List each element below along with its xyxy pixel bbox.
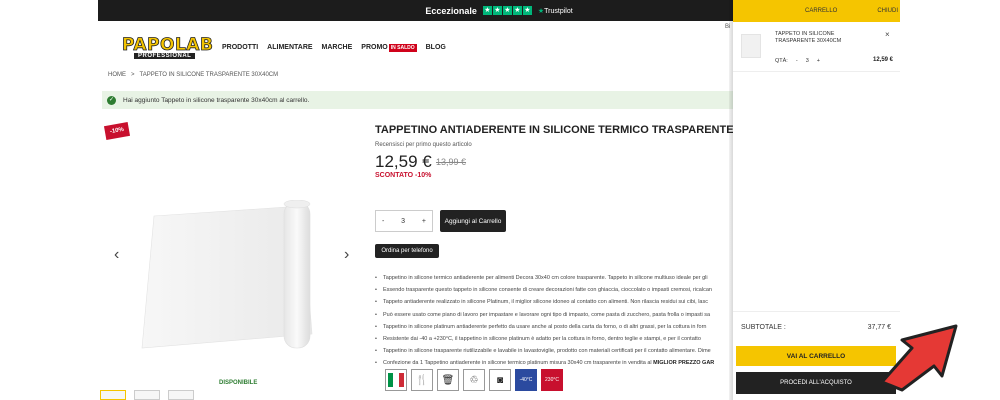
description-bullet-text: Confezione da 1 Tappetino antiaderente i… [383,360,652,367]
order-by-phone-button[interactable]: Ordina per telefono [375,244,439,258]
thumbnail[interactable] [100,390,126,400]
description-bullet: Può essere usato come piano di lavoro pe… [375,309,775,321]
breadcrumb-separator-icon: > [131,72,135,78]
star-icon: ★ [512,6,522,15]
nav-item-alimentare[interactable]: ALIMENTARE [267,44,312,51]
description-bullet: Tappetino in silicone platinum antiadere… [375,321,775,333]
description-bullet: Tappetino in silicone termico antiaderen… [375,272,775,284]
breadcrumb-current: TAPPETO IN SILICONE TRASPARENTE 30X40CM [139,72,279,78]
product-image[interactable] [134,200,324,350]
nav-item-promo[interactable]: PROMO IN SALDO [361,44,417,52]
freezer-icon: -40°C [515,369,537,391]
minicart-items-area [733,72,900,312]
minicart-qty-value[interactable]: 3 [806,58,809,64]
star-icon: ★ [502,6,512,15]
minicart-title: CARRELLO [805,8,838,14]
view-cart-button[interactable]: VAI AL CARRELLO [736,346,896,366]
star-icon: ★ [482,6,492,15]
minicart-subtotal: SUBTOTALE : 37,77 € [741,324,891,331]
old-price: 13,99 € [436,157,467,167]
thumbnail[interactable] [134,390,160,400]
dishwasher-icon: ◙ [489,369,511,391]
minicart-qty-label: QTÀ: [775,58,788,64]
promo-sale-badge: IN SALDO [388,44,417,52]
thumbnail[interactable] [168,390,194,400]
recyclable-icon: ♲ [463,369,485,391]
write-review-link[interactable]: Recensisci per primo questo articolo [375,142,472,148]
minicart-panel: CARRELLO CHIUDI TAPPETO IN SILICONE TRAS… [733,0,900,400]
minicart-qty-increase[interactable]: + [817,58,820,64]
main-nav: PRODOTTI ALIMENTARE MARCHE PROMO IN SALDO… [222,44,446,52]
star-icon: ★ [522,6,532,15]
breadcrumb-home[interactable]: HOME [108,72,126,78]
description-bullet: Confezione da 1 Tappetino antiaderente i… [375,357,775,369]
product-description-list: Tappetino in silicone termico antiaderen… [375,272,775,370]
trustpilot-rating-label: Eccezionale [425,5,477,16]
check-circle-icon: ✓ [107,95,116,105]
browser-viewport: Eccezionale ★ ★ ★ ★ ★ ★Trustpilot PAPOLA… [98,0,900,400]
qty-value-input[interactable]: 3 [401,218,405,225]
qty-decrease-button[interactable]: - [382,218,384,225]
gallery-thumbnails [100,390,194,400]
alert-message: Hai aggiunto Tappeto in silicone traspar… [123,96,310,104]
description-bullet: Tappetino in silicone trasparente riutil… [375,345,775,357]
product-price: 12,59 € [375,152,432,171]
subtotal-label: SUBTOTALE : [741,324,786,331]
minicart-qty: QTÀ: - 3 + [775,58,820,64]
success-alert: ✓ Hai aggiunto Tappeto in silicone trasp… [102,91,742,109]
minicart-close-button[interactable]: CHIUDI [877,8,900,14]
add-to-cart-button[interactable]: Aggiungi al Carrello [440,210,506,232]
minicart-item: TAPPETO IN SILICONE TRASPARENTE 30X40CM … [733,22,900,72]
recycle-bin-icon: 🗑 [437,369,459,391]
availability-status: DISPONIBILE [219,380,258,386]
logo-text: PAPOLAB [122,35,214,55]
minicart-header: CARRELLO CHIUDI [733,0,900,22]
minicart-item-image[interactable] [741,34,761,58]
quantity-stepper: - 3 + [375,210,433,232]
gallery-prev-arrow-icon[interactable]: ‹ [114,246,119,264]
food-safe-icon: 🍴 [411,369,433,391]
annotation-arrow-icon [880,324,958,392]
checkout-button[interactable]: PROCEDI ALL'ACQUISTO [736,372,896,394]
minicart-item-name[interactable]: TAPPETO IN SILICONE TRASPARENTE 30X40CM [775,31,845,45]
certification-icons: 🍴 🗑 ♲ ◙ -40°C 230°C [385,369,563,391]
site-logo[interactable]: PAPOLAB PROFESSIONAL [122,35,214,62]
product-title: TAPPETINO ANTIADERENTE IN SILICONE TERMI… [375,124,769,136]
description-bullet-bold: MIGLIOR PREZZO GAR [653,360,715,367]
star-icon: ★ [492,6,502,15]
qty-increase-button[interactable]: + [422,218,426,225]
discount-label: SCONTATO -10% [375,172,432,179]
trustpilot-stars: ★ ★ ★ ★ ★ [482,6,532,15]
nav-item-prodotti[interactable]: PRODOTTI [222,44,258,51]
italy-flag-icon [385,369,407,391]
description-bullet: Tappeto antiaderente realizzato in silic… [375,296,775,308]
trustpilot-logo: ★Trustpilot [538,7,573,15]
remove-item-icon[interactable]: × [885,30,890,39]
minicart-item-price: 12,59 € [873,57,894,63]
logo-subtitle: PROFESSIONAL [134,53,196,59]
nav-item-marche[interactable]: MARCHE [322,44,353,51]
minicart-qty-decrease[interactable]: - [796,58,798,64]
discount-badge: -10% [103,122,131,140]
nav-item-promo-label: PROMO [361,44,388,51]
description-bullet: Essendo trasparente questo tappeto in si… [375,284,775,296]
description-bullet: Resistente dai -40 a +230°C, il tappetin… [375,333,775,345]
breadcrumb: HOME > TAPPETO IN SILICONE TRASPARENTE 3… [108,72,278,78]
nav-item-blog[interactable]: BLOG [426,44,446,51]
outer-margin-left [0,0,98,400]
oven-icon: 230°C [541,369,563,391]
trustpilot-brand: Trustpilot [544,7,573,15]
gallery-next-arrow-icon[interactable]: › [344,246,349,264]
